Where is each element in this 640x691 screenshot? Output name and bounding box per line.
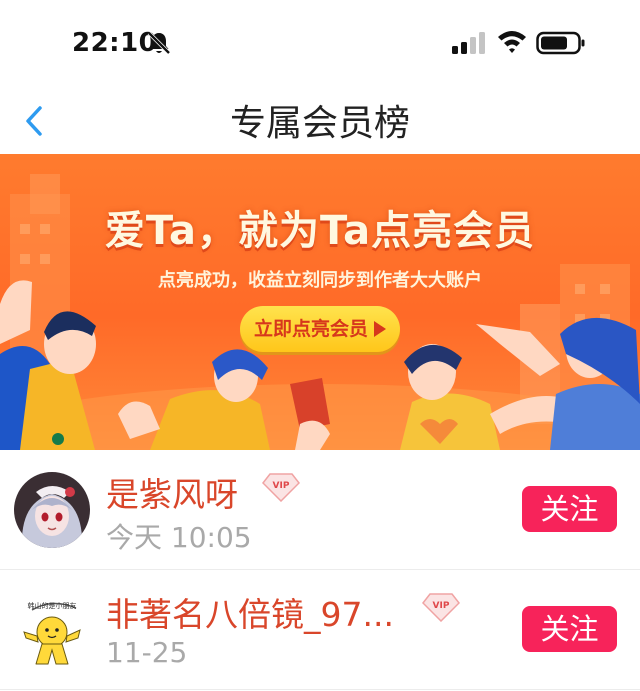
follow-button[interactable]: 关注 <box>522 606 617 652</box>
member-name: 非著名八倍镜_97... <box>106 595 394 634</box>
bell-muted-icon <box>147 31 171 55</box>
avatar-cartoon-figure-image: 韩山的是小朋友 <box>14 592 90 668</box>
list-item[interactable]: 韩山的是小朋友 非著名八倍镜_97... VIP 11-25 关注 <box>0 570 640 690</box>
svg-text:韩山的是小朋友: 韩山的是小朋友 <box>28 601 77 610</box>
member-list: 是紫风呀 VIP 今天 10:05 关注 韩山的是小朋友 非著名八倍镜_97..… <box>0 450 640 690</box>
avatar[interactable]: 韩山的是小朋友 <box>14 592 90 668</box>
play-arrow-icon <box>374 321 386 337</box>
page-title: 专属会员榜 <box>229 103 410 144</box>
vip-diamond-icon: VIP <box>422 593 460 622</box>
member-time: 11-25 <box>106 636 188 669</box>
activate-membership-button[interactable]: 立即点亮会员 <box>240 306 400 352</box>
member-name: 是紫风呀 <box>106 475 238 514</box>
activate-membership-label: 立即点亮会员 <box>254 318 369 340</box>
status-bar: 22:10 <box>0 0 640 88</box>
svg-text:VIP: VIP <box>433 601 450 611</box>
vip-diamond-icon: VIP <box>262 473 300 502</box>
avatar[interactable] <box>14 472 90 548</box>
svg-text:VIP: VIP <box>273 481 290 491</box>
nav-bar: 专属会员榜 <box>0 88 640 154</box>
banner-subtitle: 点亮成功，收益立刻同步到作者大大账户 <box>158 270 482 291</box>
avatar-anime-girl-image <box>14 472 90 548</box>
wifi-icon <box>498 31 526 53</box>
follow-button[interactable]: 关注 <box>522 486 617 532</box>
promo-banner[interactable]: 爱Ta，就为Ta点亮会员 点亮成功，收益立刻同步到作者大大账户 立即点亮会员 <box>0 154 640 450</box>
list-item[interactable]: 是紫风呀 VIP 今天 10:05 关注 <box>0 450 640 570</box>
status-time: 22:10 <box>72 28 158 58</box>
banner-headline: 爱Ta，就为Ta点亮会员 <box>104 208 536 254</box>
battery-icon <box>536 31 585 55</box>
cellular-signal-icon <box>452 32 485 54</box>
member-time: 今天 10:05 <box>106 521 252 554</box>
